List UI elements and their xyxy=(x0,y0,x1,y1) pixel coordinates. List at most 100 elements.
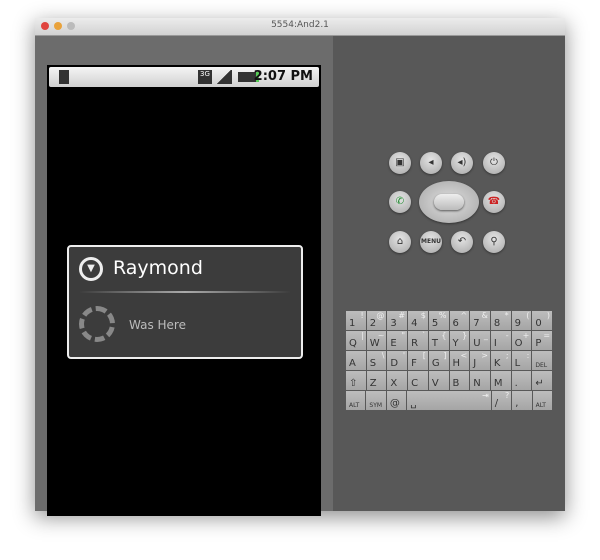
menu-button[interactable]: MENU xyxy=(420,231,442,253)
key-label: I xyxy=(493,338,497,349)
key-label: R xyxy=(411,338,419,349)
key-label: 8 xyxy=(493,318,501,329)
key[interactable]: H < xyxy=(449,351,470,370)
key-label: 4 xyxy=(411,318,418,329)
key[interactable]: /? xyxy=(491,391,512,410)
key[interactable]: DEL xyxy=(532,351,553,370)
key[interactable]: 8 * xyxy=(490,311,511,330)
key[interactable]: F[ xyxy=(408,351,428,370)
call-button[interactable]: ✆ xyxy=(389,191,411,213)
key[interactable]: W ~ xyxy=(366,331,387,350)
key[interactable]: D ' xyxy=(387,351,408,370)
dialog-message: Was Here xyxy=(129,318,186,332)
key[interactable]: T{ xyxy=(428,331,449,350)
key[interactable]: 2 @ xyxy=(366,311,387,330)
key-alt-label: * xyxy=(504,311,509,320)
key[interactable]: SYM xyxy=(366,391,386,410)
key-alt-label: $ xyxy=(420,311,426,320)
key[interactable]: X xyxy=(387,371,408,390)
key-alt-label: ; xyxy=(505,351,509,360)
key[interactable]: B xyxy=(449,371,470,390)
key[interactable]: O + xyxy=(511,331,532,350)
key-alt-label: ] xyxy=(443,351,447,360)
key[interactable]: K; xyxy=(490,351,511,370)
key-alt-label: > xyxy=(481,351,488,360)
keyboard-row: ALT SYM @ ␣ ⇥ /?, ALT xyxy=(346,391,553,410)
key[interactable]: Y} xyxy=(449,331,470,350)
key[interactable]: . xyxy=(511,371,532,390)
key-alt-label: < xyxy=(460,351,468,360)
key[interactable]: Q | xyxy=(346,331,366,350)
key[interactable]: 6 ^ xyxy=(449,311,470,330)
key-label: 1 xyxy=(349,318,356,329)
key[interactable]: M xyxy=(490,371,511,390)
key-label: 2 xyxy=(369,318,377,329)
key[interactable]: L: xyxy=(511,351,532,370)
camera-button[interactable]: ▣ xyxy=(389,152,411,174)
key[interactable]: N xyxy=(470,371,490,390)
sd-card-alert-icon xyxy=(59,70,69,84)
key-label: , xyxy=(515,398,519,409)
key-alt-label: % xyxy=(438,311,447,320)
key[interactable]: V xyxy=(428,371,449,390)
key-alt-label: ! xyxy=(360,311,364,320)
volume-up-button[interactable]: ◂) xyxy=(451,152,473,174)
key[interactable]: 5% xyxy=(428,311,449,330)
dpad[interactable] xyxy=(419,181,479,223)
key-alt-label: | xyxy=(361,331,364,340)
key[interactable]: S \ xyxy=(366,351,387,370)
key-alt-label: + xyxy=(522,331,530,340)
key[interactable]: E " xyxy=(387,331,408,350)
clock: 2:07 PM xyxy=(253,69,313,84)
key-label: ␣ xyxy=(410,398,417,409)
signal-icon xyxy=(216,70,232,84)
key[interactable]: I- xyxy=(490,331,511,350)
key[interactable]: G] xyxy=(428,351,449,370)
key[interactable]: ↵ xyxy=(532,371,553,390)
key-label: C xyxy=(411,378,419,389)
key[interactable]: P = xyxy=(532,331,553,350)
control-panel: ▣ ◂ ◂) ⏻ ✆ ☎ ⌂ MENU ↶ ⚲ 1! 2 @3 #4 $5% 6 ^ 7 & 8 *… xyxy=(333,36,565,511)
key[interactable]: U _ xyxy=(470,331,490,350)
device-frame: 3G 2:07 PM ▼ Raymond Was Here xyxy=(35,36,333,516)
key[interactable]: Z xyxy=(366,371,387,390)
key-label: P xyxy=(535,338,542,349)
key[interactable]: J > xyxy=(470,351,490,370)
key[interactable]: 9( xyxy=(511,311,532,330)
key-label: S xyxy=(369,358,377,369)
key[interactable]: ALT xyxy=(346,391,366,410)
key[interactable]: ⇧ xyxy=(346,371,366,390)
key-label: Z xyxy=(369,378,377,389)
back-button[interactable]: ↶ xyxy=(451,231,473,253)
key[interactable]: , xyxy=(512,391,532,410)
key-label: ALT xyxy=(535,402,546,409)
key-alt-label: @ xyxy=(376,311,385,320)
key-label: 6 xyxy=(452,318,459,329)
key[interactable]: ␣ ⇥ xyxy=(407,391,491,410)
home-button[interactable]: ⌂ xyxy=(389,231,411,253)
key[interactable]: 4 $ xyxy=(408,311,428,330)
key-label: DEL xyxy=(535,362,548,369)
dpad-center-button[interactable] xyxy=(434,194,464,210)
key[interactable]: 7 & xyxy=(470,311,490,330)
device-screen[interactable]: 3G 2:07 PM ▼ Raymond Was Here xyxy=(47,65,321,516)
key[interactable]: C xyxy=(408,371,428,390)
key-alt-label: ) xyxy=(546,311,551,320)
key-alt-label: : xyxy=(526,351,530,360)
search-button[interactable]: ⚲ xyxy=(483,231,505,253)
key[interactable]: R ` xyxy=(408,331,428,350)
key[interactable]: 1! xyxy=(346,311,366,330)
end-call-button[interactable]: ☎ xyxy=(483,191,505,213)
key-label: 3 xyxy=(390,318,397,329)
key[interactable]: @ xyxy=(386,391,407,410)
power-button[interactable]: ⏻ xyxy=(483,152,505,174)
key[interactable]: 3 # xyxy=(387,311,408,330)
key-alt-label: # xyxy=(398,311,406,320)
key[interactable]: A xyxy=(346,351,366,370)
key[interactable]: ALT xyxy=(532,391,553,410)
key-label: A xyxy=(349,358,356,369)
key-alt-label: ⇥ xyxy=(482,391,489,400)
key-label: M xyxy=(493,378,503,389)
volume-down-button[interactable]: ◂ xyxy=(420,152,442,174)
key[interactable]: 0) xyxy=(532,311,553,330)
